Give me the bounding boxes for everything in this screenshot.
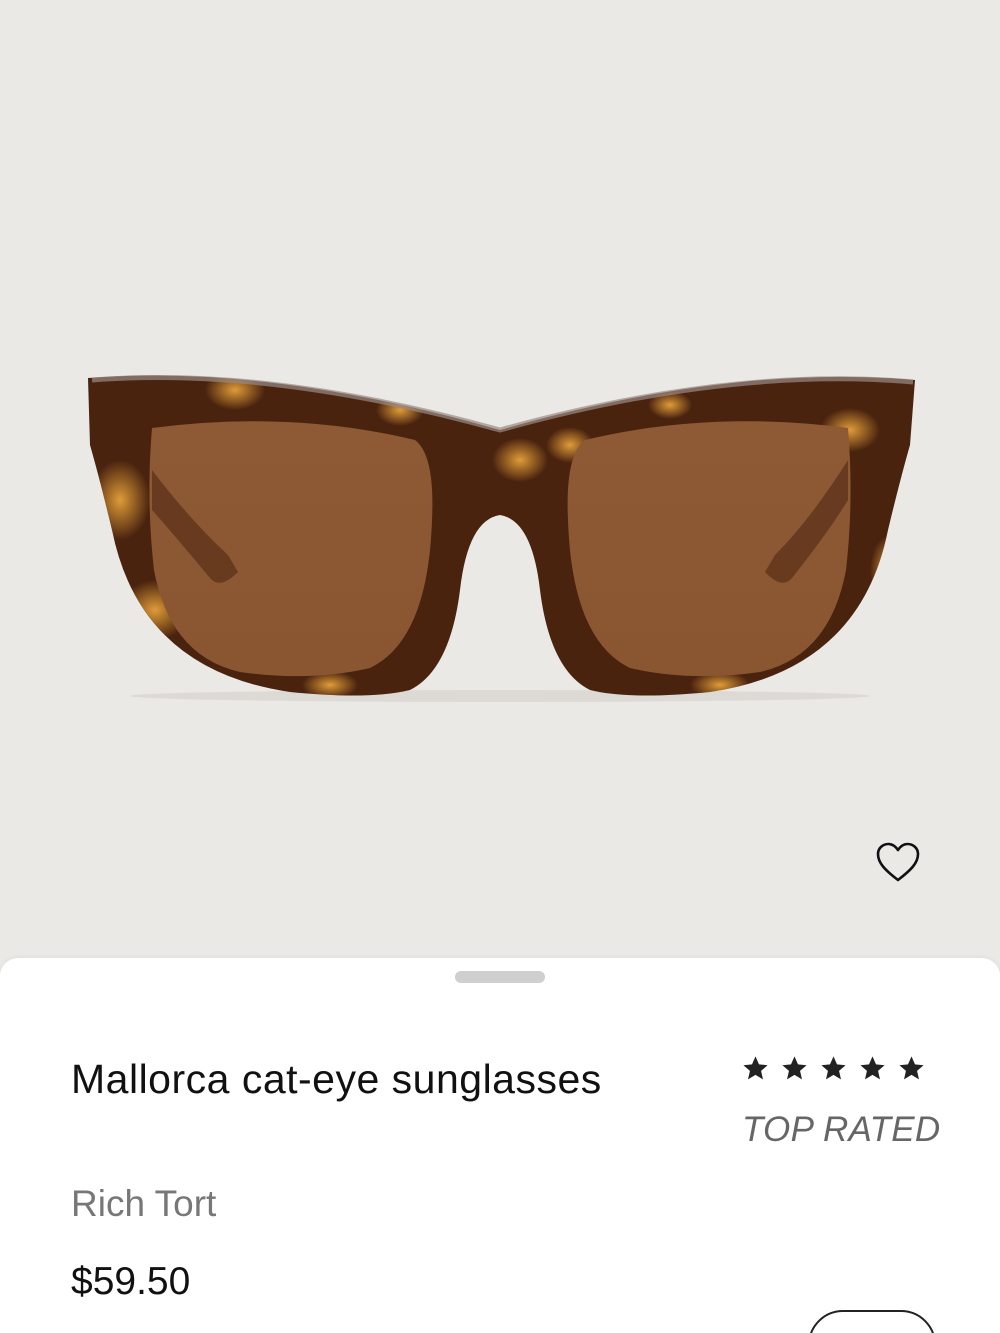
product-image-area: [0, 0, 1000, 975]
action-button[interactable]: [808, 1310, 936, 1333]
wishlist-button[interactable]: [868, 834, 928, 890]
star-icon: [782, 1056, 807, 1080]
star-rating[interactable]: [741, 1054, 926, 1083]
heart-icon: [876, 842, 920, 882]
product-page: Mallorca cat-eye sunglasses TOP RATED Ri…: [0, 0, 1000, 1333]
star-icon: [821, 1056, 846, 1080]
product-details-sheet[interactable]: Mallorca cat-eye sunglasses TOP RATED Ri…: [0, 958, 1000, 1333]
star-icon: [899, 1056, 924, 1080]
sheet-drag-handle[interactable]: [455, 971, 545, 983]
rating-label: TOP RATED: [742, 1110, 941, 1149]
star-icon: [743, 1056, 768, 1080]
product-price: $59.50: [71, 1260, 191, 1303]
product-image: [88, 374, 915, 702]
product-color: Rich Tort: [71, 1183, 217, 1224]
product-title: Mallorca cat-eye sunglasses: [71, 1056, 602, 1102]
star-icon: [860, 1056, 885, 1080]
